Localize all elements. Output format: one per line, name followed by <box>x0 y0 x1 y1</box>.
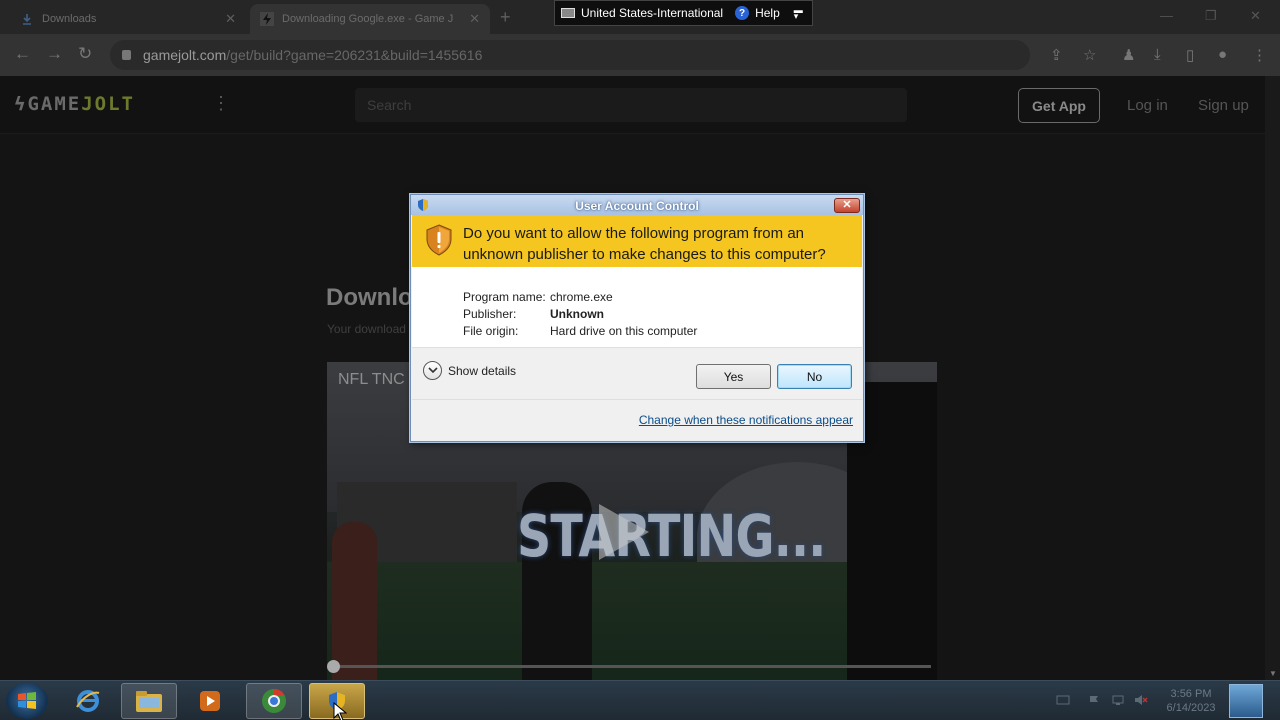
uac-close-button[interactable]: ✕ <box>834 198 860 213</box>
program-name-row: Program name: chrome.exe <box>463 290 613 304</box>
taskbar-clock[interactable]: 3:56 PM 6/14/2023 <box>1155 687 1227 715</box>
video-progress-bar[interactable] <box>331 665 931 668</box>
chevron-down-icon[interactable] <box>423 361 442 380</box>
tab-downloads[interactable]: Downloads ✕ <box>10 4 246 34</box>
lock-icon <box>122 50 131 60</box>
file-origin-value: Hard drive on this computer <box>550 324 698 338</box>
action-center-flag-icon[interactable] <box>1087 694 1101 706</box>
taskbar: 3:56 PM 6/14/2023 <box>0 680 1280 720</box>
chrome-icon <box>262 689 286 713</box>
minimize-icon[interactable]: — <box>1160 8 1173 23</box>
internet-explorer-icon <box>76 690 100 712</box>
windows-logo-icon <box>18 692 36 709</box>
language-label[interactable]: United States-International <box>581 6 723 20</box>
publisher-value: Unknown <box>550 307 604 321</box>
url-field[interactable]: gamejolt.com/get/build?game=206231&build… <box>110 40 1030 70</box>
uac-warning-banner: Do you want to allow the following progr… <box>412 215 862 267</box>
video-progress-knob[interactable] <box>327 660 340 673</box>
side-panel-icon[interactable]: ▯ <box>1186 46 1194 64</box>
url-host: gamejolt.com <box>143 47 227 63</box>
window-close-icon[interactable]: ✕ <box>1250 8 1261 24</box>
login-link[interactable]: Log in <box>1127 97 1168 114</box>
gamejolt-logo[interactable]: ϟGAMEJOLT <box>14 93 135 115</box>
clock-time: 3:56 PM <box>1170 688 1212 700</box>
taskbar-explorer[interactable] <box>121 683 177 719</box>
page-subtitle: Your download <box>327 322 406 336</box>
uac-dialog: User Account Control ✕ Do you want to al… <box>410 194 864 442</box>
get-app-button[interactable]: Get App <box>1018 88 1100 123</box>
tab-title: Downloads <box>42 13 97 25</box>
profile-icon[interactable]: ● <box>1218 46 1227 63</box>
language-bar-options-icon[interactable]: ▬ ▾ <box>794 6 803 21</box>
warning-shield-icon <box>426 224 452 256</box>
help-icon[interactable]: ? <box>735 6 750 20</box>
play-icon[interactable] <box>599 504 649 560</box>
page-title: Downlo <box>326 284 413 311</box>
forward-icon[interactable]: → <box>46 44 63 64</box>
publisher-label: Publisher: <box>463 307 517 321</box>
start-button[interactable] <box>6 683 48 719</box>
uac-titlebar: User Account Control ✕ <box>411 195 863 215</box>
folder-icon <box>136 691 162 712</box>
clock-date: 6/14/2023 <box>1166 702 1216 714</box>
share-icon[interactable]: ⇪ <box>1050 46 1063 64</box>
no-button[interactable]: No <box>777 364 852 389</box>
program-name-value: chrome.exe <box>550 290 613 304</box>
video-label: NFL TNC <box>338 371 405 388</box>
site-header: ϟGAMEJOLT ⋮ Get App Log in Sign up <box>0 76 1265 134</box>
uac-question: Do you want to allow the following progr… <box>463 225 826 263</box>
publisher-row: Publisher: Unknown <box>463 307 604 321</box>
media-player-icon <box>200 691 220 711</box>
taskbar-ie[interactable] <box>60 683 116 719</box>
uac-program-info: Program name: chrome.exe Publisher: Unknow… <box>412 267 862 347</box>
video-overlay-text: STARTING... <box>517 502 826 570</box>
download-icon <box>20 12 34 26</box>
language-bar: United States-International ? Help ▬ ▾ <box>554 0 813 26</box>
reload-icon[interactable]: ↻ <box>78 44 92 64</box>
tray-keyboard-icon[interactable] <box>1056 694 1070 706</box>
program-name-label: Program name: <box>463 290 546 304</box>
extensions-icon[interactable]: ♟ <box>1122 46 1135 64</box>
yes-button[interactable]: Yes <box>696 364 771 389</box>
site-menu-icon[interactable]: ⋮ <box>212 93 230 114</box>
signup-link[interactable]: Sign up <box>1198 97 1249 114</box>
show-details-label[interactable]: Show details <box>448 364 516 378</box>
network-icon[interactable] <box>1111 694 1125 706</box>
uac-footer: Change when these notifications appear <box>412 399 862 441</box>
tab-close-icon[interactable]: ✕ <box>469 11 480 27</box>
show-details-toggle[interactable]: Show details <box>423 361 516 380</box>
show-desktop-button[interactable] <box>1229 684 1263 718</box>
keyboard-icon[interactable] <box>561 8 575 18</box>
tab-title: Downloading Google.exe - Game J <box>282 13 454 25</box>
change-notifications-link[interactable]: Change when these notifications appear <box>639 413 853 427</box>
logo-game: GAME <box>27 93 82 115</box>
taskbar-media-player[interactable] <box>182 683 238 719</box>
tab-gamejolt[interactable]: Downloading Google.exe - Game J ✕ <box>250 4 490 34</box>
bookmark-star-icon[interactable]: ☆ <box>1083 46 1096 64</box>
maximize-icon[interactable]: ❐ <box>1205 8 1217 24</box>
mouse-cursor-icon <box>333 702 347 720</box>
site-search-input[interactable] <box>355 88 907 122</box>
back-icon[interactable]: ← <box>14 44 31 64</box>
file-origin-row: File origin: Hard drive on this computer <box>463 324 697 338</box>
volume-muted-icon[interactable] <box>1134 694 1148 706</box>
gamejolt-favicon <box>260 12 274 26</box>
taskbar-chrome[interactable] <box>246 683 302 719</box>
tab-close-icon[interactable]: ✕ <box>225 11 236 27</box>
file-origin-label: File origin: <box>463 324 519 338</box>
page-scrollbar[interactable]: ▼ <box>1265 76 1280 680</box>
address-bar: ← → ↻ gamejolt.com/get/build?game=206231… <box>0 34 1280 76</box>
new-tab-button[interactable]: + <box>500 7 511 28</box>
menu-icon[interactable]: ⋮ <box>1252 46 1267 64</box>
uac-title: User Account Control <box>575 199 699 213</box>
scroll-down-icon[interactable]: ▼ <box>1269 669 1277 678</box>
uac-actions: Show details Yes No <box>412 347 862 399</box>
downloads-icon[interactable]: ⤓ <box>1154 46 1161 63</box>
url-path: /get/build?game=206231&build=1455616 <box>226 47 483 63</box>
help-label[interactable]: Help <box>755 6 780 20</box>
logo-jolt: JOLT <box>81 93 135 115</box>
